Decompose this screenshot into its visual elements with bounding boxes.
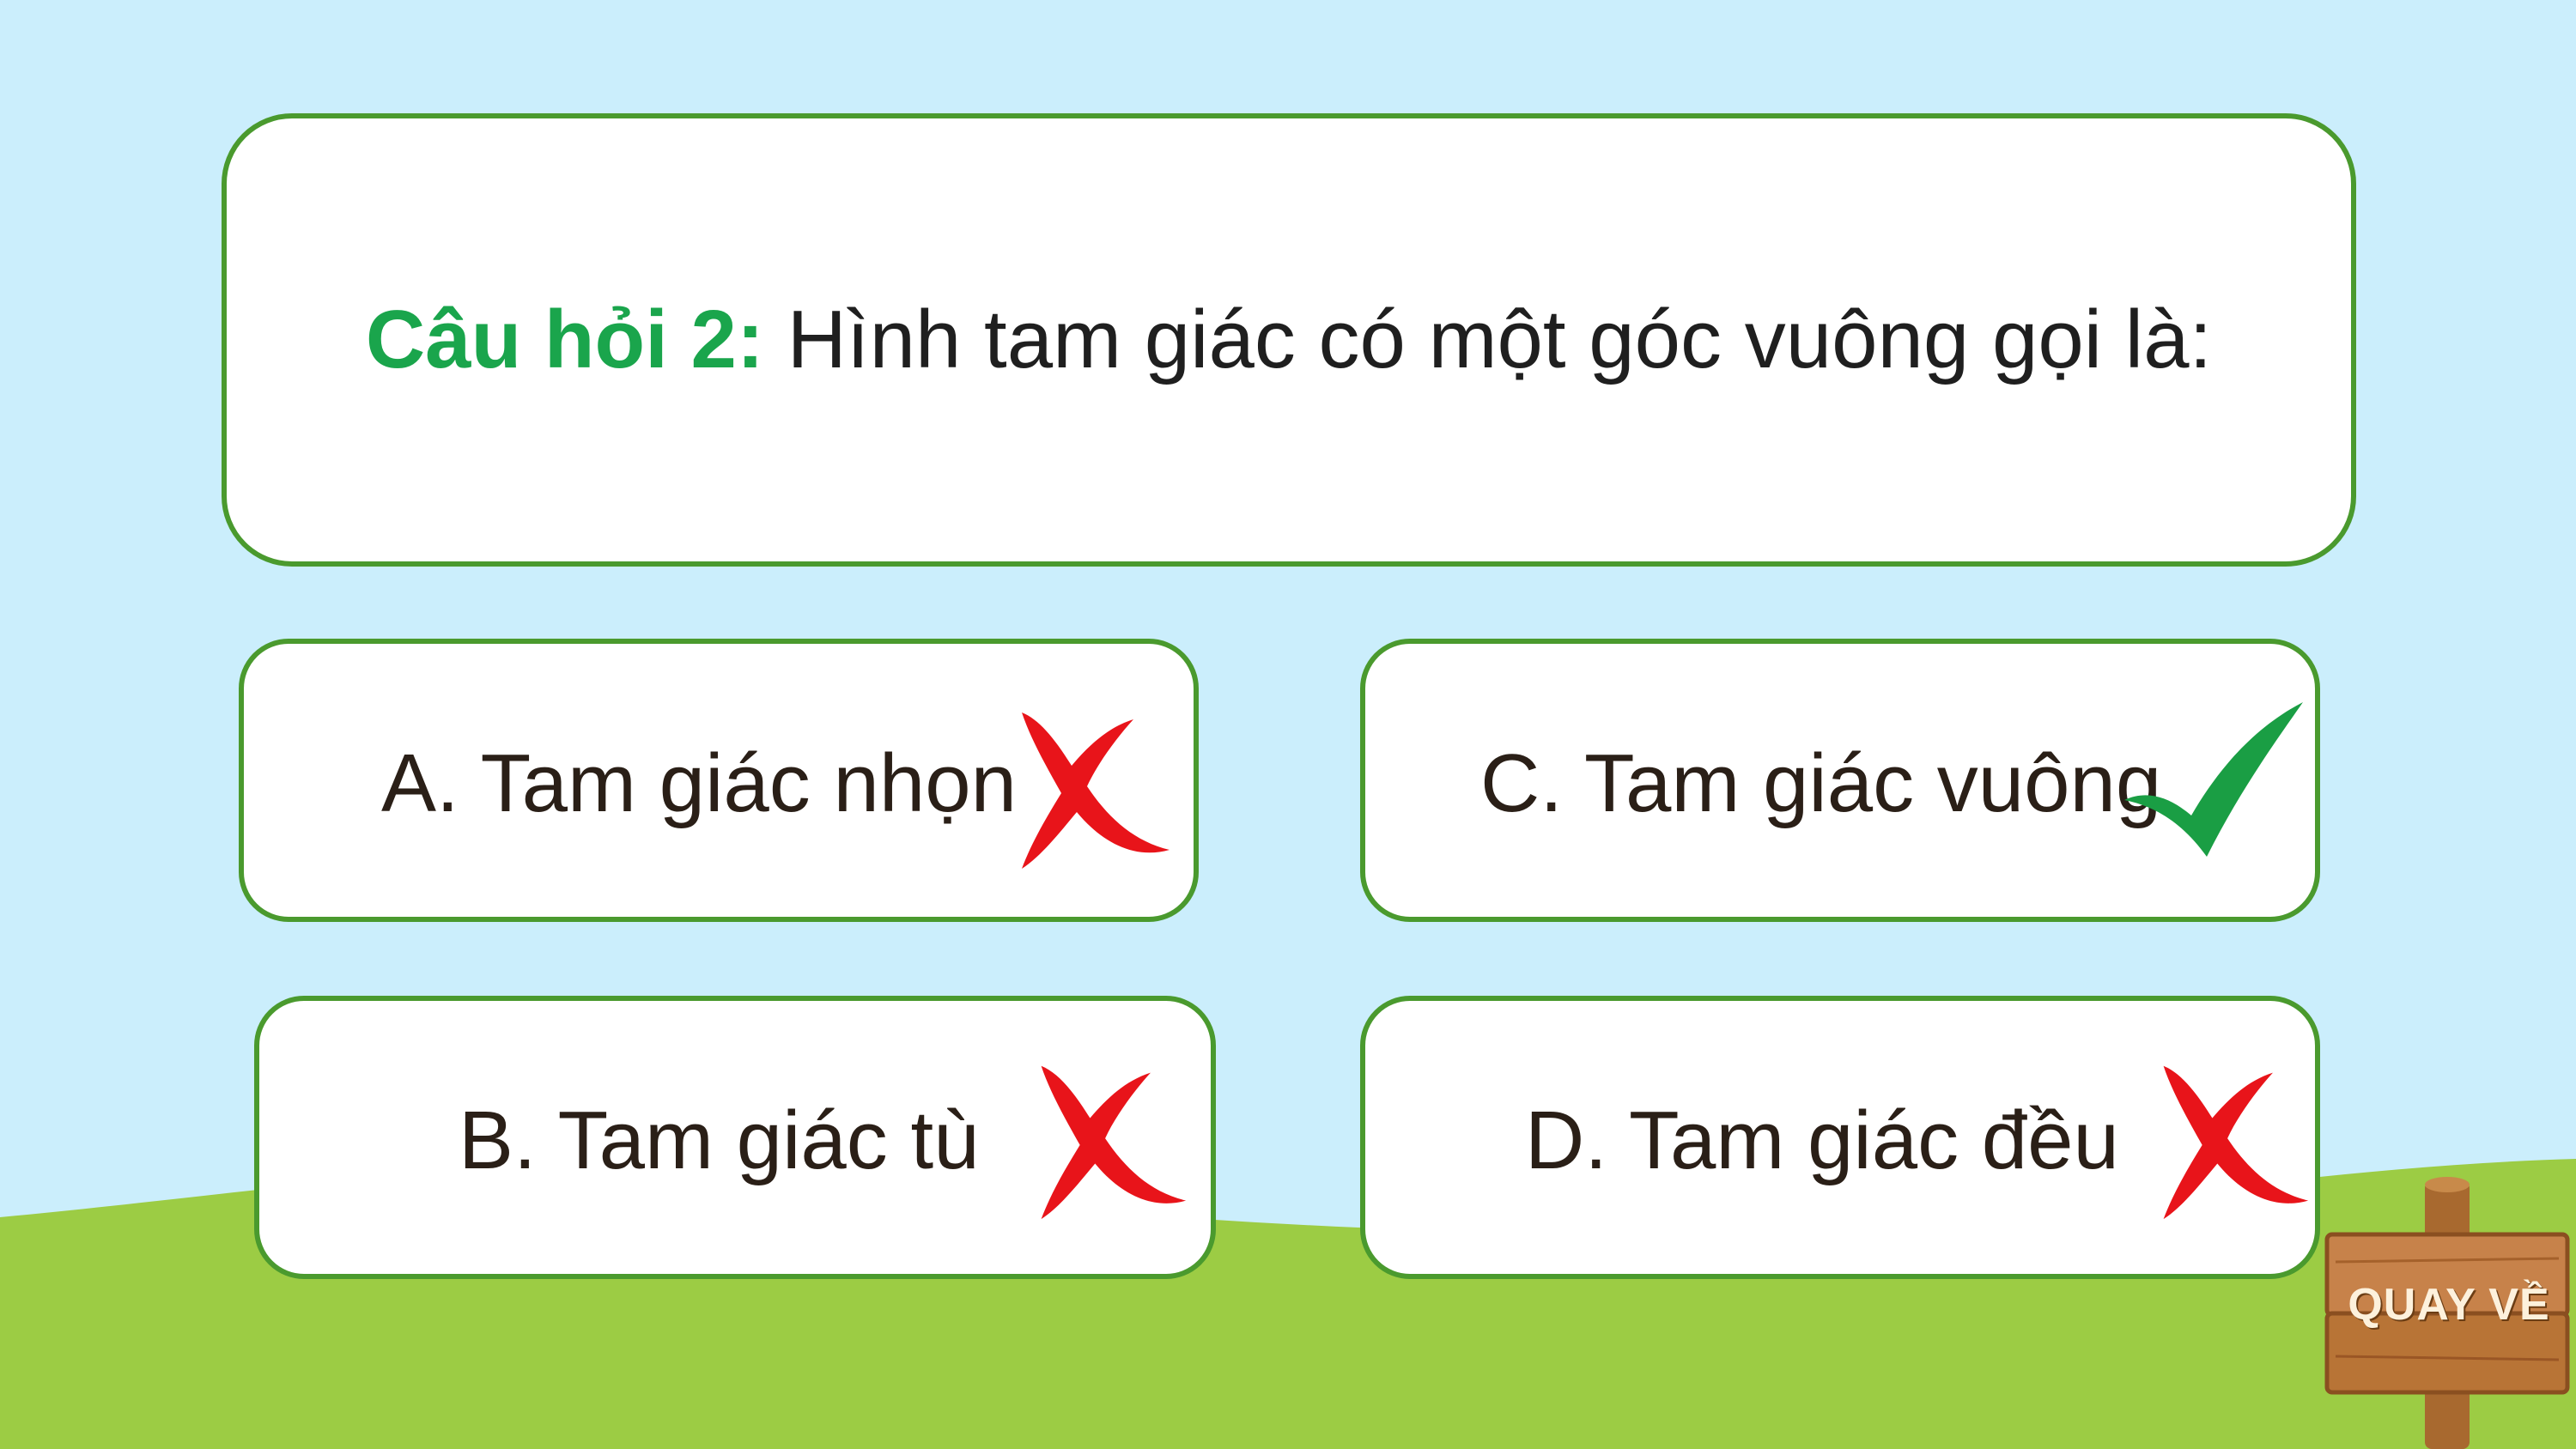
back-button-label[interactable]: QUAY VỀ bbox=[2329, 1279, 2569, 1331]
question-card: Câu hỏi 2: Hình tam giác có một góc vuôn… bbox=[222, 113, 2356, 567]
answer-b-label: B. Tam giác tù bbox=[459, 1094, 980, 1186]
question-text: Câu hỏi 2: Hình tam giác có một góc vuôn… bbox=[366, 293, 2212, 387]
question-number: Câu hỏi 2: bbox=[365, 294, 764, 385]
red-x-icon bbox=[2163, 1065, 2309, 1220]
answer-a-label: A. Tam giác nhọn bbox=[381, 737, 1018, 829]
answer-c-label: C. Tam giác vuông bbox=[1480, 737, 2162, 829]
red-x-icon bbox=[1041, 1065, 1187, 1220]
question-body: Hình tam giác có một góc vuông gọi là: bbox=[787, 294, 2213, 385]
green-check-icon bbox=[2124, 702, 2303, 857]
red-x-icon bbox=[1022, 712, 1170, 869]
answer-d-label: D. Tam giác đều bbox=[1525, 1094, 2119, 1186]
